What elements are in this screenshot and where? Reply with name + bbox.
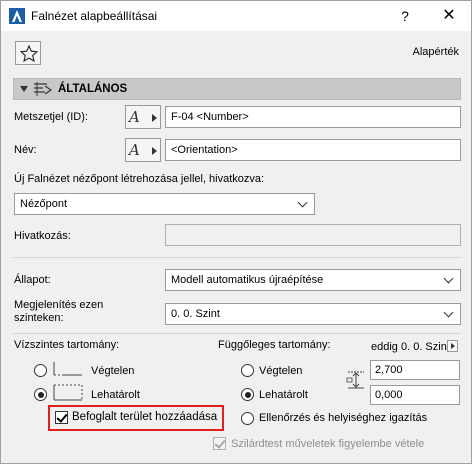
defaults-label: Alapérték <box>412 46 459 58</box>
vertical-level-reference: eddig 0. 0. Szint <box>371 341 450 353</box>
vertical-limited-label: Lehatárolt <box>259 389 308 401</box>
dialog-window: Falnézet alapbeállításai ? ✕ Alapérték Á… <box>0 0 472 464</box>
horizontal-range-label: Vízszintes tartomány: <box>14 339 120 351</box>
help-button[interactable]: ? <box>385 1 425 31</box>
id-label: Metszetjel (ID): <box>14 111 88 123</box>
name-autotext-button[interactable]: A <box>125 138 161 162</box>
show-on-levels-value: 0. 0. Szint <box>171 308 220 320</box>
vertical-infinite-radio[interactable] <box>241 364 254 377</box>
name-field[interactable]: <Orientation> <box>165 139 461 161</box>
create-viewpoint-label: Új Falnézet nézőpont létrehozása jellel,… <box>14 173 265 185</box>
show-on-levels-select[interactable]: 0. 0. Szint <box>165 303 461 325</box>
horizontal-infinite-label: Végtelen <box>91 365 135 377</box>
show-on-levels-label: Megjelenítés ezen szinteken: <box>14 299 104 324</box>
vertical-range-label: Függőleges tartomány: <box>218 339 331 351</box>
status-label: Állapot: <box>14 274 51 286</box>
title-bar: Falnézet alapbeállításai ? ✕ <box>1 1 471 31</box>
solid-operations-label: Szilárdtest műveletek figyelembe vétele <box>231 438 425 450</box>
general-settings-icon <box>34 82 53 96</box>
collapse-triangle-icon[interactable] <box>20 86 28 92</box>
status-select[interactable]: Modell automatikus újraépítése <box>165 269 461 291</box>
vertical-infinite-label: Végtelen <box>259 365 303 377</box>
reference-field <box>165 224 461 246</box>
section-header-general[interactable]: ÁLTALÁNOS <box>13 78 461 100</box>
vertical-bottom-input[interactable]: 0,000 <box>370 385 460 405</box>
reference-label: Hivatkozás: <box>14 230 71 242</box>
chevron-down-icon <box>443 273 454 284</box>
horizontal-infinite-icon <box>53 362 82 376</box>
horizontal-limited-label: Lehatárolt <box>91 389 140 401</box>
status-value: Modell automatikus újraépítése <box>171 274 324 286</box>
horizontal-infinite-radio[interactable] <box>34 364 47 377</box>
autotext-icon: A <box>129 108 140 126</box>
star-icon <box>20 45 38 62</box>
chevron-down-icon <box>297 197 308 208</box>
add-enclosed-area-checkbox[interactable] <box>55 411 68 424</box>
favorites-button[interactable] <box>15 41 41 65</box>
fit-to-zone-radio[interactable] <box>241 412 254 425</box>
close-button[interactable]: ✕ <box>429 1 469 31</box>
window-title: Falnézet alapbeállításai <box>31 9 158 23</box>
vertical-range-icon <box>346 371 364 389</box>
horizontal-limited-radio[interactable] <box>34 388 47 401</box>
solid-operations-checkbox <box>213 437 226 450</box>
archicad-app-icon <box>9 8 25 24</box>
section-title: ÁLTALÁNOS <box>58 83 128 95</box>
id-field[interactable]: F-04 <Number> <box>165 106 461 128</box>
create-viewpoint-value: Nézőpont <box>20 198 68 210</box>
horizontal-limited-icon <box>53 384 83 401</box>
chevron-down-icon <box>443 307 454 318</box>
vertical-limited-radio[interactable] <box>241 388 254 401</box>
vertical-top-input[interactable]: 2,700 <box>370 360 460 380</box>
chevron-right-icon <box>152 147 157 155</box>
chevron-right-icon <box>152 114 157 122</box>
add-enclosed-area-label[interactable]: Befoglalt terület hozzáadása <box>72 411 217 423</box>
create-viewpoint-select[interactable]: Nézőpont <box>14 193 315 215</box>
autotext-icon: A <box>129 141 140 159</box>
name-label: Név: <box>14 144 37 156</box>
separator <box>13 333 461 334</box>
id-autotext-button[interactable]: A <box>125 105 161 129</box>
fit-to-zone-label: Ellenőrzés és helyiséghez igazítás <box>259 412 428 424</box>
separator <box>13 257 461 258</box>
level-reference-button[interactable] <box>447 340 458 352</box>
